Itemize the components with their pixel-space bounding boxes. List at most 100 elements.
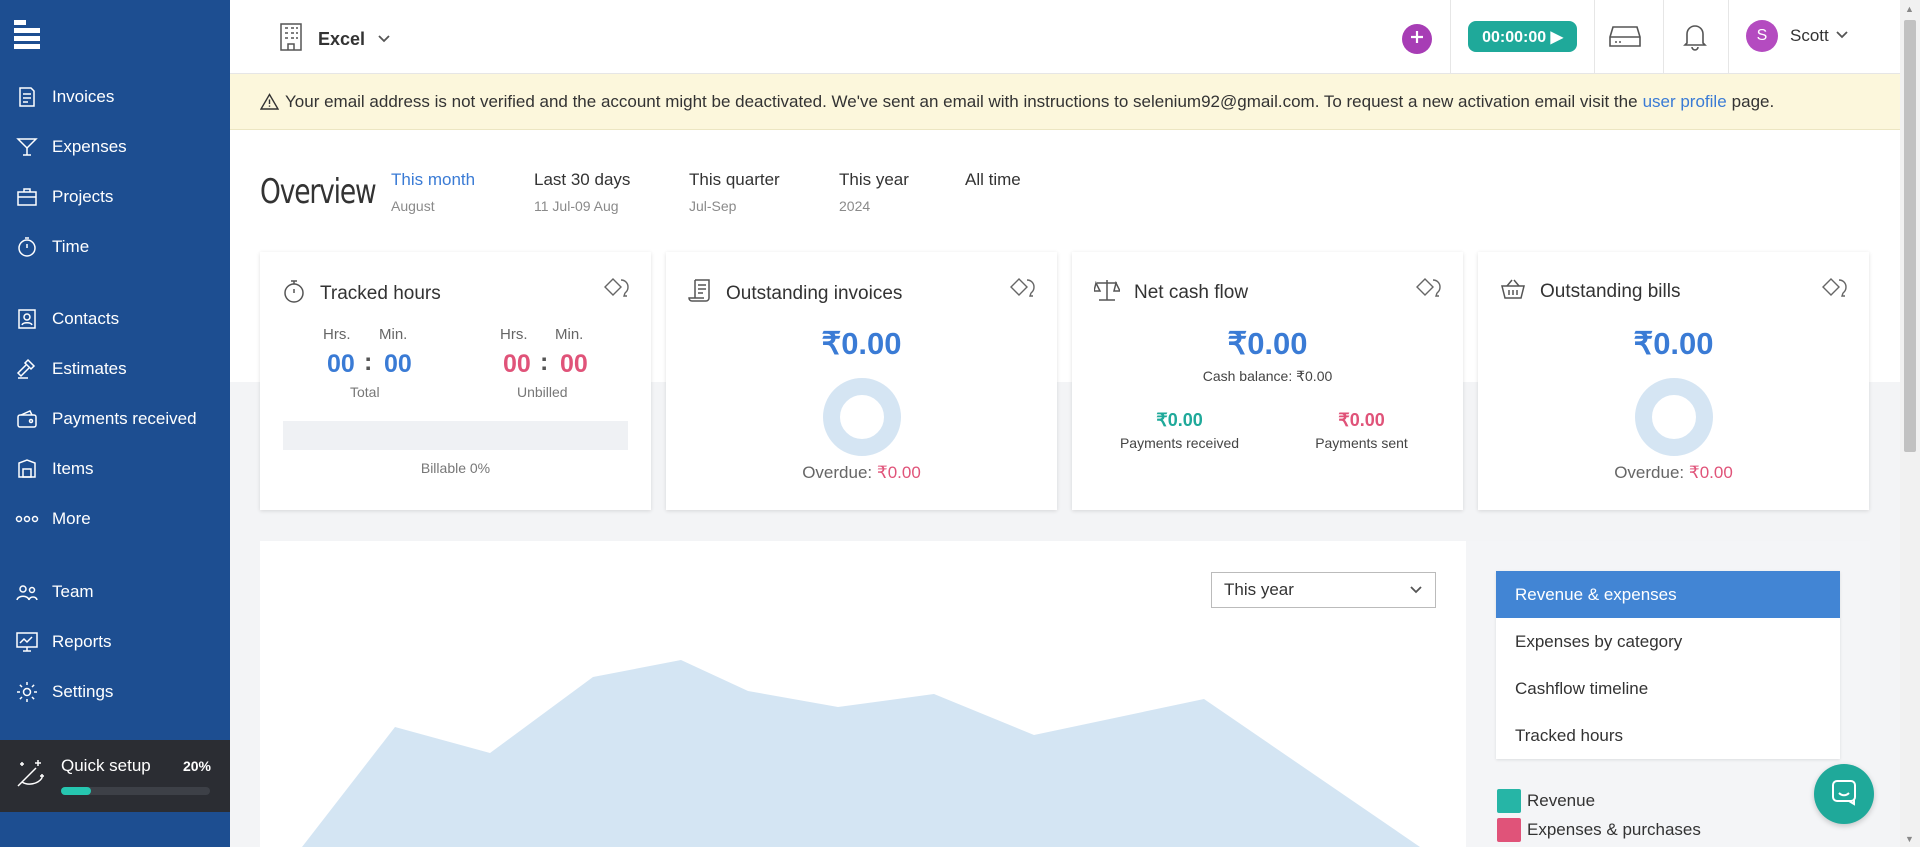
chat-icon: [1830, 778, 1858, 811]
legend-swatch: [1497, 789, 1521, 813]
sidebar-item-payments-received[interactable]: Payments received: [0, 399, 230, 439]
sidebar-item-items[interactable]: Items: [0, 449, 230, 489]
page-title: Overview: [260, 172, 377, 212]
chevron-down-icon: [377, 31, 391, 49]
legend-expenses: Expenses & purchases: [1497, 818, 1701, 842]
chevron-down-icon: [1835, 27, 1849, 45]
user-menu[interactable]: S Scott: [1746, 20, 1849, 52]
bell-icon[interactable]: [1677, 18, 1713, 54]
overdue-label: Overdue:: [1614, 463, 1685, 482]
cashflow-amount: ₹0.00: [1227, 326, 1308, 361]
sidebar: Invoices Expenses Projects Time Contacts…: [0, 0, 230, 847]
minutes-label: Min.: [555, 326, 584, 343]
warning-text: Your email address is not verified and t…: [285, 91, 1638, 111]
sidebar-item-label: Payments received: [52, 409, 197, 428]
sidebar-item-more[interactable]: More: [0, 499, 230, 539]
gear-icon: [14, 679, 40, 705]
scales-icon: [1093, 278, 1122, 307]
period-sub: 2024: [839, 198, 871, 214]
legend-label: Expenses & purchases: [1527, 820, 1701, 839]
period-label: All time: [965, 170, 1021, 189]
swap-card-icon[interactable]: [603, 276, 631, 303]
unbilled-hours: 00: [503, 350, 531, 378]
tab-last-30-days[interactable]: Last 30 days 11 Jul-09 Aug: [534, 170, 630, 214]
plus-icon: [1409, 29, 1425, 50]
sidebar-item-expenses[interactable]: Expenses: [0, 127, 230, 167]
period-label: This month: [391, 170, 476, 189]
quick-add-button[interactable]: [1402, 24, 1432, 54]
warning-icon: [260, 93, 279, 110]
app-logo-icon[interactable]: [14, 20, 40, 50]
contacts-icon: [14, 306, 40, 332]
outstanding-bills-card: Outstanding bills ₹0.00 Overdue: ₹0.00: [1478, 252, 1869, 510]
sidebar-item-invoices[interactable]: Invoices: [0, 77, 230, 117]
warning-text-end: page.: [1731, 91, 1775, 111]
swap-card-icon[interactable]: [1821, 276, 1849, 303]
scroll-up-icon[interactable]: ▲: [1905, 4, 1914, 14]
sidebar-item-reports[interactable]: Reports: [0, 622, 230, 662]
page-scrollbar[interactable]: ▲ ▼: [1900, 0, 1920, 847]
swap-card-icon[interactable]: [1009, 276, 1037, 303]
chat-support-button[interactable]: [1814, 764, 1874, 824]
sidebar-item-label: Projects: [52, 187, 114, 206]
sidebar-item-label: Estimates: [52, 359, 127, 378]
invoices-amount: ₹0.00: [821, 326, 902, 361]
user-profile-link[interactable]: user profile: [1643, 92, 1727, 112]
sidebar-item-settings[interactable]: Settings: [0, 672, 230, 712]
quick-setup-progress: [61, 787, 210, 795]
divider: [1594, 0, 1595, 74]
building-icon: [278, 22, 304, 57]
unbilled-label: Unbilled: [517, 384, 568, 400]
more-dots-icon: [14, 506, 40, 532]
magic-wand-icon: [12, 756, 48, 797]
tab-expenses-by-category[interactable]: Expenses by category: [1496, 618, 1840, 665]
swap-card-icon[interactable]: [1415, 276, 1443, 303]
scroll-down-icon[interactable]: ▼: [1905, 834, 1914, 844]
timer-button[interactable]: 00:00:00 ▶: [1468, 21, 1577, 52]
items-icon: [14, 456, 40, 482]
sidebar-item-team[interactable]: Team: [0, 572, 230, 612]
sidebar-item-time[interactable]: Time: [0, 227, 230, 267]
top-bar: Excel 00:00:00 ▶ S Scott: [230, 0, 1900, 74]
period-label: This year: [839, 170, 909, 189]
period-sub: 11 Jul-09 Aug: [534, 198, 619, 214]
billable-progress-bar: [283, 421, 628, 450]
billable-label: Billable 0%: [420, 460, 491, 476]
sidebar-item-label: Settings: [52, 682, 114, 701]
chart-range-select[interactable]: This year: [1211, 572, 1436, 608]
sidebar-item-estimates[interactable]: Estimates: [0, 349, 230, 389]
tab-revenue-expenses[interactable]: Revenue & expenses: [1496, 571, 1840, 618]
sidebar-item-label: Expenses: [52, 137, 127, 156]
sidebar-item-projects[interactable]: Projects: [0, 177, 230, 217]
tracked-hours-card: Tracked hours Hrs. Min. 00 : 00 Total Hr…: [260, 252, 651, 510]
tab-this-quarter[interactable]: This quarter Jul-Sep: [689, 170, 780, 214]
payments-sent-label: Payments sent: [1315, 435, 1408, 451]
chart-type-tabs: Revenue & expenses Expenses by category …: [1496, 571, 1840, 759]
company-switcher[interactable]: Excel: [278, 22, 391, 57]
gavel-icon: [14, 356, 40, 382]
sidebar-item-label: Team: [52, 582, 94, 601]
quick-setup[interactable]: Quick setup 20%: [0, 740, 230, 812]
tab-this-year[interactable]: This year 2024: [839, 170, 909, 214]
sidebar-item-label: More: [52, 509, 91, 528]
unbilled-minutes: 00: [560, 350, 588, 378]
outstanding-invoices-card: Outstanding invoices ₹0.00 Overdue: ₹0.0…: [666, 252, 1057, 510]
sidebar-item-contacts[interactable]: Contacts: [0, 299, 230, 339]
tab-cashflow-timeline[interactable]: Cashflow timeline: [1496, 665, 1840, 712]
card-title: Tracked hours: [320, 282, 441, 304]
inbox-icon[interactable]: [1607, 18, 1643, 54]
period-label: This quarter: [689, 170, 780, 189]
avatar: S: [1746, 20, 1778, 52]
colon: :: [364, 348, 373, 376]
email-verification-warning: Your email address is not verified and t…: [230, 74, 1900, 130]
divider: [1728, 0, 1729, 74]
tab-this-month[interactable]: This month August: [391, 170, 475, 214]
invoices-donut-chart: [822, 378, 901, 456]
tab-all-time[interactable]: All time: [965, 170, 1021, 198]
scrollbar-thumb[interactable]: [1904, 20, 1916, 452]
quick-setup-label: Quick setup: [61, 756, 151, 775]
total-hours: 00: [327, 350, 355, 378]
tab-tracked-hours[interactable]: Tracked hours: [1496, 712, 1840, 759]
invoices-overdue: Overdue: ₹0.00: [666, 463, 1057, 483]
sidebar-item-label: Invoices: [52, 87, 115, 106]
